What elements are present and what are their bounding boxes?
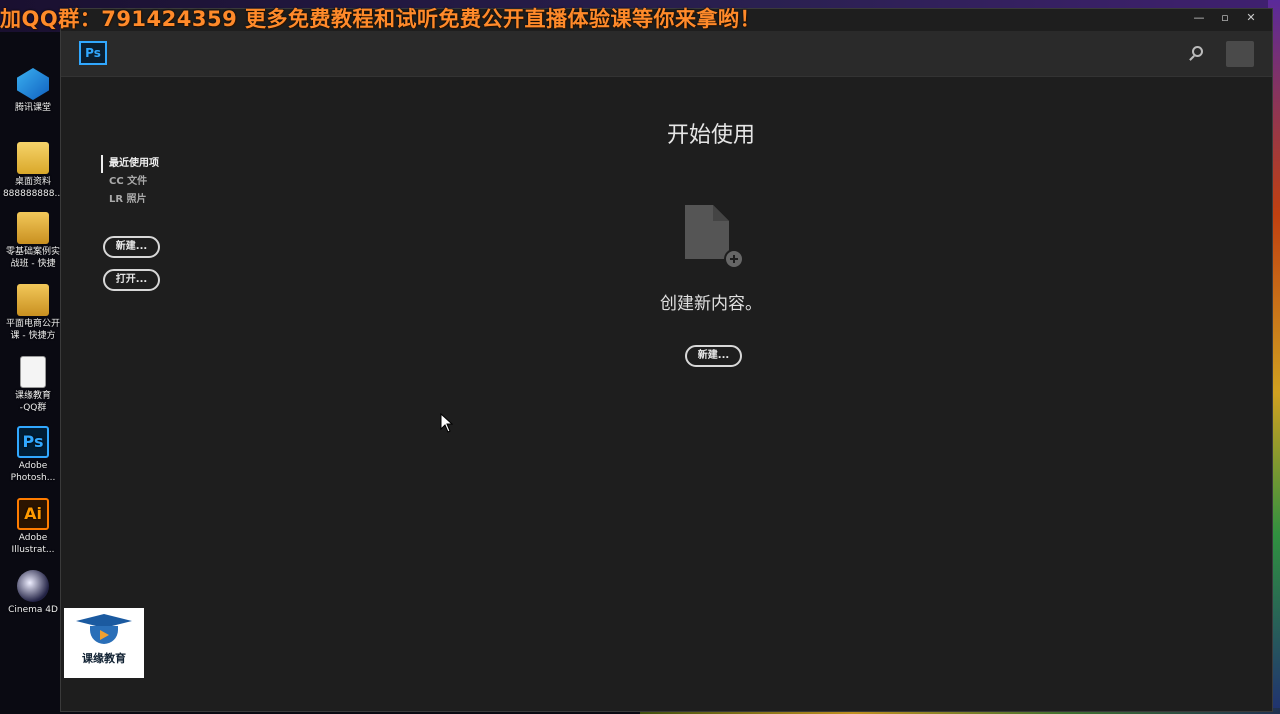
cinema4d-icon [17,570,49,602]
photoshop-icon: Ps [17,426,49,458]
sidebar-item-recent[interactable]: 最近使用项 [101,155,221,173]
create-new-button[interactable]: 新建... [685,345,742,367]
sidebar-item-lr-photos[interactable]: LR 照片 [101,191,221,209]
desktop-icon-zero-basic-class[interactable]: 零基础案例实 战班 - 快捷 [0,212,66,270]
promo-banner: 加QQ群：791424359 更多免费教程和试听免费公开直播体验课等你来拿哟！ [0,7,762,31]
close-button[interactable]: ✕ [1238,10,1264,26]
search-button[interactable] [1186,43,1208,65]
folder-icon [17,212,49,244]
sidebar-item-cc-files[interactable]: CC 文件 [101,173,221,191]
mouse-cursor-icon [440,413,454,433]
watermark-name: 课缘教育 [82,652,126,665]
desktop-icon-illustrator[interactable]: Ai Adobe Illustrat... [0,498,66,556]
create-content-label: 创建新内容。 [660,294,762,314]
folder-icon [17,142,49,174]
home-sidebar-nav: 最近使用项 CC 文件 LR 照片 [101,155,221,209]
window-controls: — ▫ ✕ [1186,10,1264,26]
app-header: Ps [61,31,1272,77]
desktop-icon-tencent-classroom[interactable]: 腾讯课堂 [0,68,66,114]
page-title: 开始使用 [666,123,755,148]
photoshop-window: — ▫ ✕ Ps 最近使用项 CC 文件 LR 照片 新建... 打开... 开… [60,8,1273,712]
tencent-classroom-icon [17,68,49,100]
sidebar-open-button[interactable]: 打开... [103,269,160,291]
user-avatar[interactable] [1226,41,1254,67]
new-document-icon [685,205,744,269]
desktop-icon-desktop-files[interactable]: 桌面资料 888888888... [0,142,66,200]
sidebar-new-button[interactable]: 新建... [103,236,160,258]
graduation-cap-icon [76,614,132,648]
desktop-icon-qq-group-doc[interactable]: 课缘教育 -QQ群 [0,356,66,414]
text-document-icon [20,356,46,388]
minimize-button[interactable]: — [1186,10,1212,26]
desktop-icon-cinema4d[interactable]: Cinema 4D [0,570,66,616]
photoshop-logo-icon: Ps [79,41,107,65]
desktop-icon-photoshop[interactable]: Ps Adobe Photosh... [0,426,66,484]
desktop-icon-ecommerce-class[interactable]: 平面电商公开 课 - 快捷方 [0,284,66,342]
illustrator-icon: Ai [17,498,49,530]
folder-icon [17,284,49,316]
watermark-logo: 课缘教育 [64,608,144,678]
maximize-button[interactable]: ▫ [1212,10,1238,26]
